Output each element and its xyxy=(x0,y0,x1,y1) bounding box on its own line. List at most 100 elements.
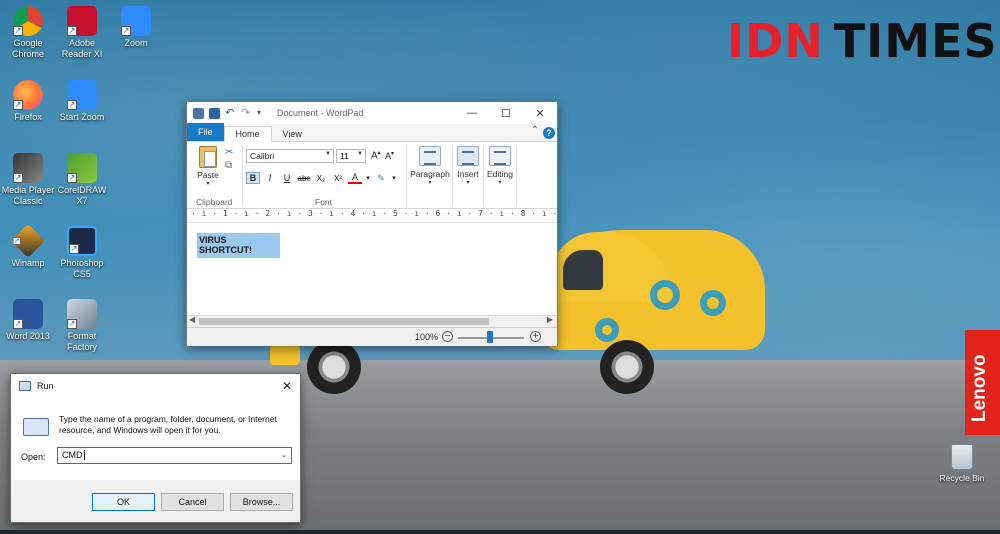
taskbar xyxy=(0,530,1000,534)
tab-file[interactable]: File xyxy=(187,123,224,141)
desktop-icon-zoom[interactable]: ↗ Zoom xyxy=(108,6,164,49)
chevron-down-icon[interactable]: ⌄ xyxy=(281,451,287,459)
zoom-out-icon[interactable]: − xyxy=(442,331,453,342)
desktop-icon-adobe-reader[interactable]: ↗ Adobe Reader XI xyxy=(54,6,110,60)
open-input[interactable]: CMD ⌄ xyxy=(57,447,292,464)
save-icon[interactable] xyxy=(209,107,220,119)
format-buttons: B I U abc X₂ X² A ▾ ✎ ▾ xyxy=(246,170,400,186)
coreldraw-icon: ↗ xyxy=(67,153,97,183)
desktop-icon-start-zoom[interactable]: ↗ Start Zoom xyxy=(54,80,110,123)
clipboard-icon xyxy=(199,146,217,168)
zoom-icon: ↗ xyxy=(67,80,97,110)
highlight-icon[interactable]: ✎ xyxy=(374,173,388,184)
desktop-icon-coreldraw[interactable]: ↗ CorelDRAW X7 xyxy=(54,153,110,207)
grow-font-icon[interactable]: A▴ xyxy=(371,149,381,161)
close-icon[interactable]: ✕ xyxy=(523,107,557,120)
run-dialog: Run ✕ Type the name of a program, folder… xyxy=(10,373,301,523)
desktop-icon-firefox[interactable]: ↗ Firefox xyxy=(0,80,56,123)
desktop-icon-recycle-bin[interactable]: Recycle Bin xyxy=(934,444,990,483)
document-text: VIRUS SHORTCUT! xyxy=(199,235,252,255)
bold-button[interactable]: B xyxy=(246,172,260,184)
cut-copy-group: ✂ ⧉ xyxy=(225,146,233,172)
font-family-select[interactable]: Calibri ▼ xyxy=(246,149,334,163)
copy-icon[interactable]: ⧉ xyxy=(225,159,233,172)
word-icon: ↗ xyxy=(13,299,43,329)
recycle-bin-icon xyxy=(951,444,973,470)
zoom-slider-thumb[interactable] xyxy=(487,331,493,343)
chevron-down-icon: ▾ xyxy=(466,180,470,186)
document-area[interactable]: VIRUS SHORTCUT! xyxy=(187,225,557,315)
brand-idn: IDN xyxy=(727,14,824,68)
cancel-button[interactable]: Cancel xyxy=(161,493,224,511)
maximize-icon[interactable]: ☐ xyxy=(489,107,523,120)
font-group-label: Font xyxy=(315,197,333,207)
text-color-button[interactable]: A xyxy=(348,172,362,184)
browse-button[interactable]: Browse... xyxy=(230,493,293,511)
editing-button[interactable]: Editing ▾ xyxy=(485,146,515,186)
picture-icon xyxy=(457,146,479,166)
italic-button[interactable]: I xyxy=(263,173,277,183)
ruler[interactable]: · ı · 1 · ı · 2 · ı · 3 · ı · 4 · ı · 5 … xyxy=(187,209,557,223)
scrollbar-thumb[interactable] xyxy=(199,318,489,325)
cut-icon[interactable]: ✂ xyxy=(225,146,233,159)
customize-quick-access-icon[interactable]: ▾ xyxy=(257,108,268,119)
superscript-button[interactable]: X² xyxy=(331,174,345,183)
group-separator xyxy=(406,146,407,206)
subscript-button[interactable]: X₂ xyxy=(314,174,328,183)
insert-button[interactable]: Insert ▾ xyxy=(455,146,481,186)
tab-view[interactable]: View xyxy=(272,127,313,141)
desktop-icon-label: Zoom xyxy=(124,38,148,48)
undo-icon[interactable]: ↶ xyxy=(225,107,236,119)
car-spot xyxy=(650,280,680,310)
zoom-in-icon[interactable]: + xyxy=(530,331,541,342)
desktop-icon-format-factory[interactable]: ↗ Format Factory xyxy=(54,299,110,353)
horizontal-scrollbar[interactable]: ◀ ▶ xyxy=(187,315,557,327)
scroll-left-icon[interactable]: ◀ xyxy=(189,315,195,324)
wordpad-window: ↶ ↷ ▾ Document - WordPad — ☐ ✕ File Home… xyxy=(186,101,558,346)
scroll-right-icon[interactable]: ▶ xyxy=(547,315,553,324)
chevron-down-icon: ▾ xyxy=(428,180,432,186)
run-app-icon xyxy=(19,381,31,391)
ribbon-tabs: File Home View ⌃ ? xyxy=(187,123,557,142)
minimize-ribbon-icon[interactable]: ⌃ xyxy=(531,125,539,136)
font-size-select[interactable]: 11 ▼ xyxy=(336,149,366,163)
wordpad-app-icon xyxy=(193,107,204,119)
clipboard-group-label: Clipboard xyxy=(196,197,233,207)
photoshop-icon: ↗ xyxy=(67,226,97,256)
lenovo-text: Lenovo xyxy=(969,354,990,422)
desktop-icon-word[interactable]: ↗ Word 2013 xyxy=(0,299,56,342)
firefox-icon: ↗ xyxy=(13,80,43,110)
font-size-value: 11 xyxy=(340,151,349,161)
desktop-icon-winamp[interactable]: ↗ Winamp xyxy=(0,224,56,269)
car-wheel-rear xyxy=(600,340,654,394)
desktop-icon-label: Media Player Classic xyxy=(1,185,55,206)
paragraph-icon xyxy=(419,146,441,166)
paste-button[interactable]: Paste ▾ xyxy=(195,146,221,187)
shrink-font-icon[interactable]: A▾ xyxy=(385,150,394,161)
help-icon[interactable]: ? xyxy=(543,127,555,139)
ok-button[interactable]: OK xyxy=(92,493,155,511)
desktop-icon-media-player-classic[interactable]: ↗ Media Player Classic xyxy=(0,153,56,207)
tab-home[interactable]: Home xyxy=(223,126,272,142)
paragraph-button[interactable]: Paragraph ▾ xyxy=(409,146,451,186)
desktop-icon-label: Format Factory xyxy=(66,331,97,352)
desktop-icon-photoshop[interactable]: ↗ Photoshop CS5 xyxy=(54,226,110,280)
redo-icon[interactable]: ↷ xyxy=(241,107,252,119)
desktop-icon-label: Firefox xyxy=(14,112,42,122)
desktop-icon-label: Winamp xyxy=(11,258,45,268)
group-separator xyxy=(483,146,484,206)
desktop-icon-label: Adobe Reader XI xyxy=(61,38,103,59)
underline-button[interactable]: U xyxy=(280,173,294,183)
open-input-value: CMD xyxy=(62,450,83,460)
media-player-icon: ↗ xyxy=(13,153,43,183)
selected-text[interactable]: VIRUS SHORTCUT! xyxy=(197,233,280,258)
chevron-down-icon: ▼ xyxy=(357,151,363,157)
paste-dropdown-icon: ▾ xyxy=(206,181,210,187)
minimize-icon[interactable]: — xyxy=(455,107,489,120)
car-window xyxy=(563,250,603,290)
brand-logo: IDN TIMES xyxy=(727,14,998,68)
desktop-icon-chrome[interactable]: ↗ Google Chrome xyxy=(0,6,56,60)
lenovo-logo: Lenovo xyxy=(965,330,1000,435)
strikethrough-button[interactable]: abc xyxy=(297,174,311,183)
close-icon[interactable]: ✕ xyxy=(274,379,300,393)
